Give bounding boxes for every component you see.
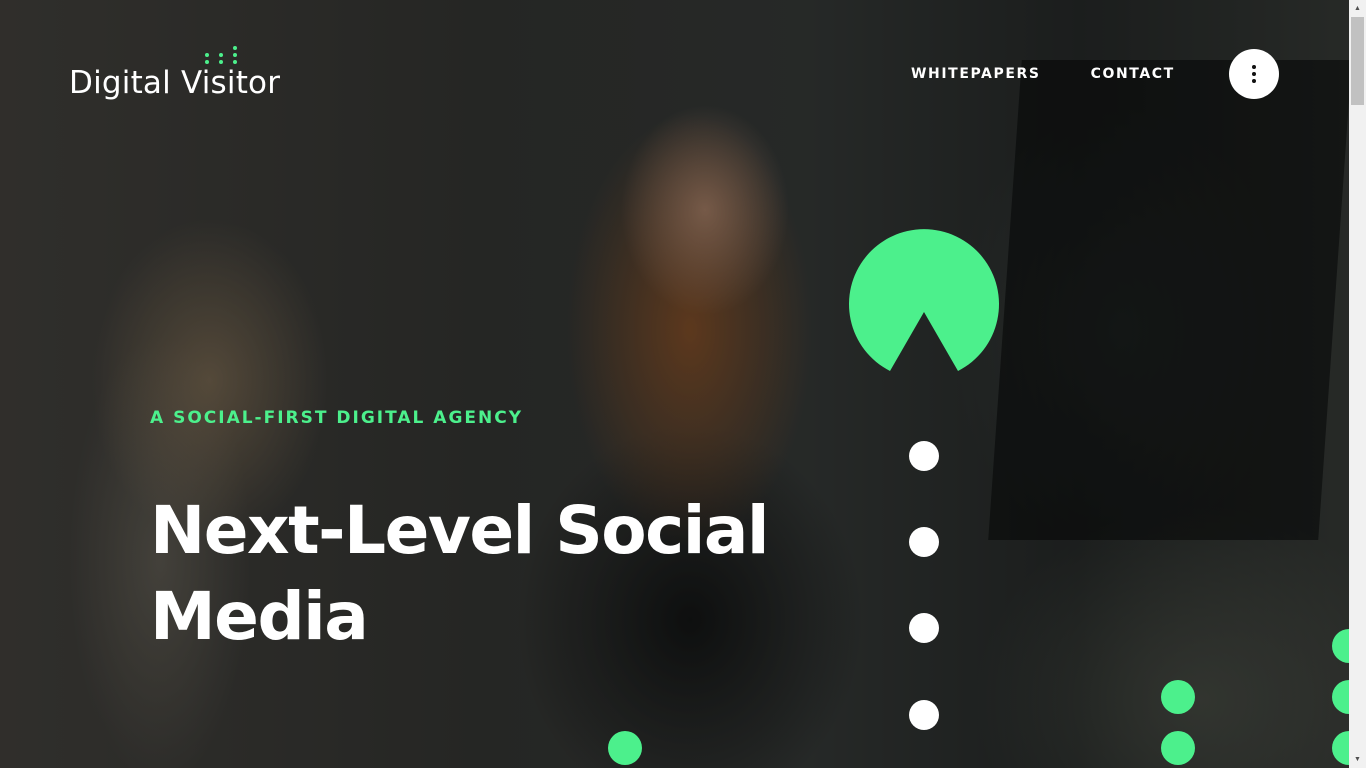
logo-dot bbox=[233, 60, 237, 64]
scroll-up-icon[interactable]: ▲ bbox=[1349, 0, 1366, 17]
logo-dot bbox=[233, 53, 237, 57]
kebab-menu-icon bbox=[1252, 79, 1256, 83]
nav-link-whitepapers[interactable]: WHITEPAPERS bbox=[911, 66, 1041, 82]
menu-button[interactable] bbox=[1229, 49, 1279, 99]
hero-eyebrow: A SOCIAL-FIRST DIGITAL AGENCY bbox=[150, 408, 524, 428]
logo[interactable]: Digital Visitor bbox=[69, 40, 299, 110]
logo-dot bbox=[205, 53, 209, 57]
logo-dot bbox=[219, 60, 223, 64]
scrollbar-thumb[interactable] bbox=[1351, 17, 1364, 105]
page: Digital Visitor WHITEPAPERS CONTACT A SO… bbox=[0, 0, 1366, 768]
main-nav: WHITEPAPERS CONTACT bbox=[911, 66, 1175, 82]
logo-dot bbox=[233, 46, 237, 50]
hero-headline: Next-Level Social Media bbox=[150, 492, 770, 655]
scrollbar[interactable]: ▲ ▼ bbox=[1349, 0, 1366, 768]
logo-dot bbox=[205, 60, 209, 64]
kebab-menu-icon bbox=[1252, 65, 1256, 69]
scroll-down-icon[interactable]: ▼ bbox=[1349, 751, 1366, 768]
logo-dot bbox=[219, 53, 223, 57]
nav-link-contact[interactable]: CONTACT bbox=[1091, 66, 1175, 82]
logo-text: Digital Visitor bbox=[69, 65, 281, 101]
kebab-menu-icon bbox=[1252, 72, 1256, 76]
